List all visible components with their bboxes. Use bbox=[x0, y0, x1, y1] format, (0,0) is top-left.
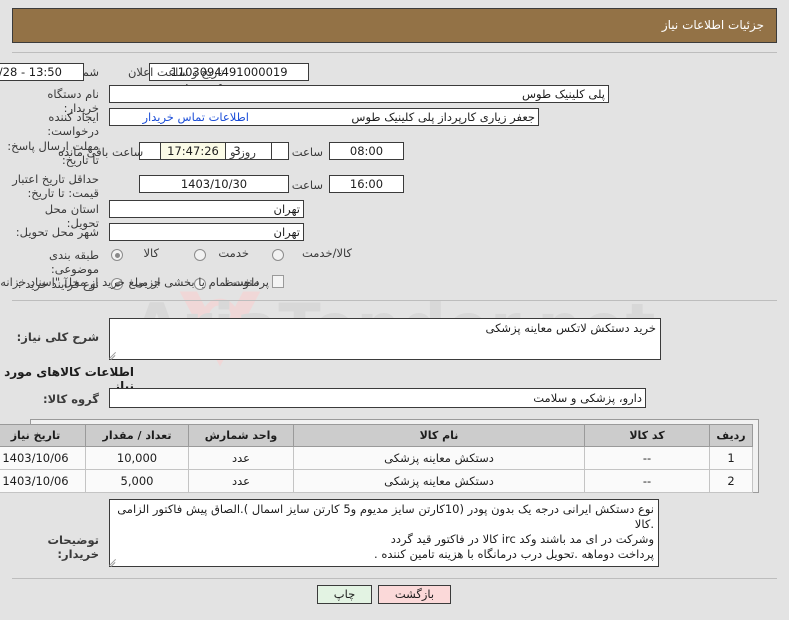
label-deadline-hour: ساعت bbox=[291, 145, 323, 159]
cell-row-index: 2 bbox=[709, 469, 753, 493]
field-deadline-time[interactable]: 08:00 bbox=[329, 142, 404, 160]
cell-goods-name: دستکش معاینه پزشکی bbox=[293, 446, 585, 470]
cell-need-date: 1403/10/06 bbox=[0, 446, 86, 470]
cell-need-date: 1403/10/06 bbox=[0, 469, 86, 493]
goods-table: ردیف کد کالا نام کالا واحد شمارش تعداد /… bbox=[0, 424, 753, 493]
divider-top bbox=[12, 52, 777, 53]
field-need-summary[interactable]: خرید دستکش لاتکس معاینه پزشکی bbox=[109, 318, 661, 360]
page-header-bar: جزئیات اطلاعات نیاز bbox=[12, 8, 777, 43]
col-row-index[interactable]: ردیف bbox=[709, 424, 753, 447]
page-root: AriaTender.net جزئیات اطلاعات نیاز شماره… bbox=[0, 0, 789, 620]
buyer-notes-line-3: پرداخت دوماهه .تحویل درب درمانگاه با هزی… bbox=[374, 547, 654, 561]
field-buyer-notes[interactable]: نوع دستکش ایرانی درجه یک بدون پودر (10کا… bbox=[109, 499, 659, 567]
field-delivery-province[interactable]: تهران bbox=[109, 200, 304, 218]
label-remaining-suffix: ساعت باقی مانده bbox=[58, 145, 144, 159]
page-title: جزئیات اطلاعات نیاز bbox=[661, 18, 764, 32]
back-button[interactable]: بازگشت bbox=[378, 585, 451, 604]
label-need-summary: شرح کلی نیاز: bbox=[16, 330, 99, 344]
radio-label-category-goods: کالا bbox=[143, 246, 159, 260]
cell-quantity: 10,000 bbox=[85, 446, 189, 470]
radio-category-goods-service[interactable] bbox=[272, 249, 284, 261]
table-row[interactable]: 2 -- دستکش معاینه پزشکی عدد 5,000 1403/1… bbox=[0, 469, 753, 493]
cell-row-index: 1 bbox=[709, 446, 753, 470]
cell-goods-name: دستکش معاینه پزشکی bbox=[293, 469, 585, 493]
label-buyer-notes: توضیحات خریدار: bbox=[47, 533, 100, 561]
buyer-contact-link[interactable]: اطلاعات تماس خریدار bbox=[142, 110, 249, 124]
col-goods-code[interactable]: کد کالا bbox=[584, 424, 710, 447]
cell-unit: عدد bbox=[188, 446, 294, 470]
col-need-date[interactable]: تاریخ نیاز bbox=[0, 424, 86, 447]
label-goods-group: گروه کالا: bbox=[43, 392, 99, 406]
radio-category-service[interactable] bbox=[194, 249, 206, 261]
field-announce-date[interactable]: 13:50 - 1403/09/28 bbox=[0, 63, 84, 81]
radio-category-goods[interactable] bbox=[111, 249, 123, 261]
field-validity-time[interactable]: 16:00 bbox=[329, 175, 404, 193]
radio-label-category-goods-service: کالا/خدمت bbox=[301, 246, 352, 260]
cell-goods-code: -- bbox=[584, 469, 710, 493]
field-remaining-clock: 17:47:26 bbox=[160, 142, 226, 160]
field-buyer-org[interactable]: پلی کلینیک طوس bbox=[109, 85, 609, 103]
label-islamic-treasury: پرداخت تمام یا بخشی از مبلغ خرید از محل … bbox=[0, 275, 269, 289]
label-validity-hour: ساعت bbox=[291, 178, 323, 192]
label-request-creator: ایجاد کننده درخواست: bbox=[47, 110, 99, 138]
field-delivery-city[interactable]: تهران bbox=[109, 223, 304, 241]
label-remaining-days-word: روز و bbox=[230, 145, 256, 159]
cell-unit: عدد bbox=[188, 469, 294, 493]
label-price-validity: حداقل تاریخ اعتبار قیمت: تا تاریخ: bbox=[12, 172, 99, 200]
label-delivery-city: شهر محل تحویل: bbox=[15, 225, 99, 239]
table-row[interactable]: 1 -- دستکش معاینه پزشکی عدد 10,000 1403/… bbox=[0, 446, 753, 470]
col-unit[interactable]: واحد شمارش bbox=[188, 424, 294, 447]
radio-label-category-service: خدمت bbox=[218, 246, 249, 260]
col-goods-name[interactable]: نام کالا bbox=[293, 424, 585, 447]
cell-quantity: 5,000 bbox=[85, 469, 189, 493]
resize-handle-summary[interactable] bbox=[108, 350, 117, 359]
goods-table-header-row: ردیف کد کالا نام کالا واحد شمارش تعداد /… bbox=[0, 424, 753, 447]
divider-mid bbox=[12, 300, 777, 301]
print-button[interactable]: چاپ bbox=[317, 585, 372, 604]
resize-handle-notes[interactable] bbox=[108, 557, 117, 566]
col-quantity[interactable]: تعداد / مقدار bbox=[85, 424, 189, 447]
divider-bottom bbox=[12, 578, 777, 579]
field-goods-group[interactable]: دارو، پزشکی و سلامت bbox=[109, 388, 646, 408]
label-subject-category: طبقه بندی موضوعی: bbox=[49, 248, 99, 276]
field-validity-date[interactable]: 1403/10/30 bbox=[139, 175, 289, 193]
buyer-notes-line-1: نوع دستکش ایرانی درجه یک بدون پودر (10کا… bbox=[117, 502, 654, 531]
buyer-notes-line-2: وشرکت در ای مد باشند وکد irc کالا در فاک… bbox=[390, 532, 654, 546]
cell-goods-code: -- bbox=[584, 446, 710, 470]
checkbox-islamic-treasury[interactable] bbox=[272, 275, 284, 288]
